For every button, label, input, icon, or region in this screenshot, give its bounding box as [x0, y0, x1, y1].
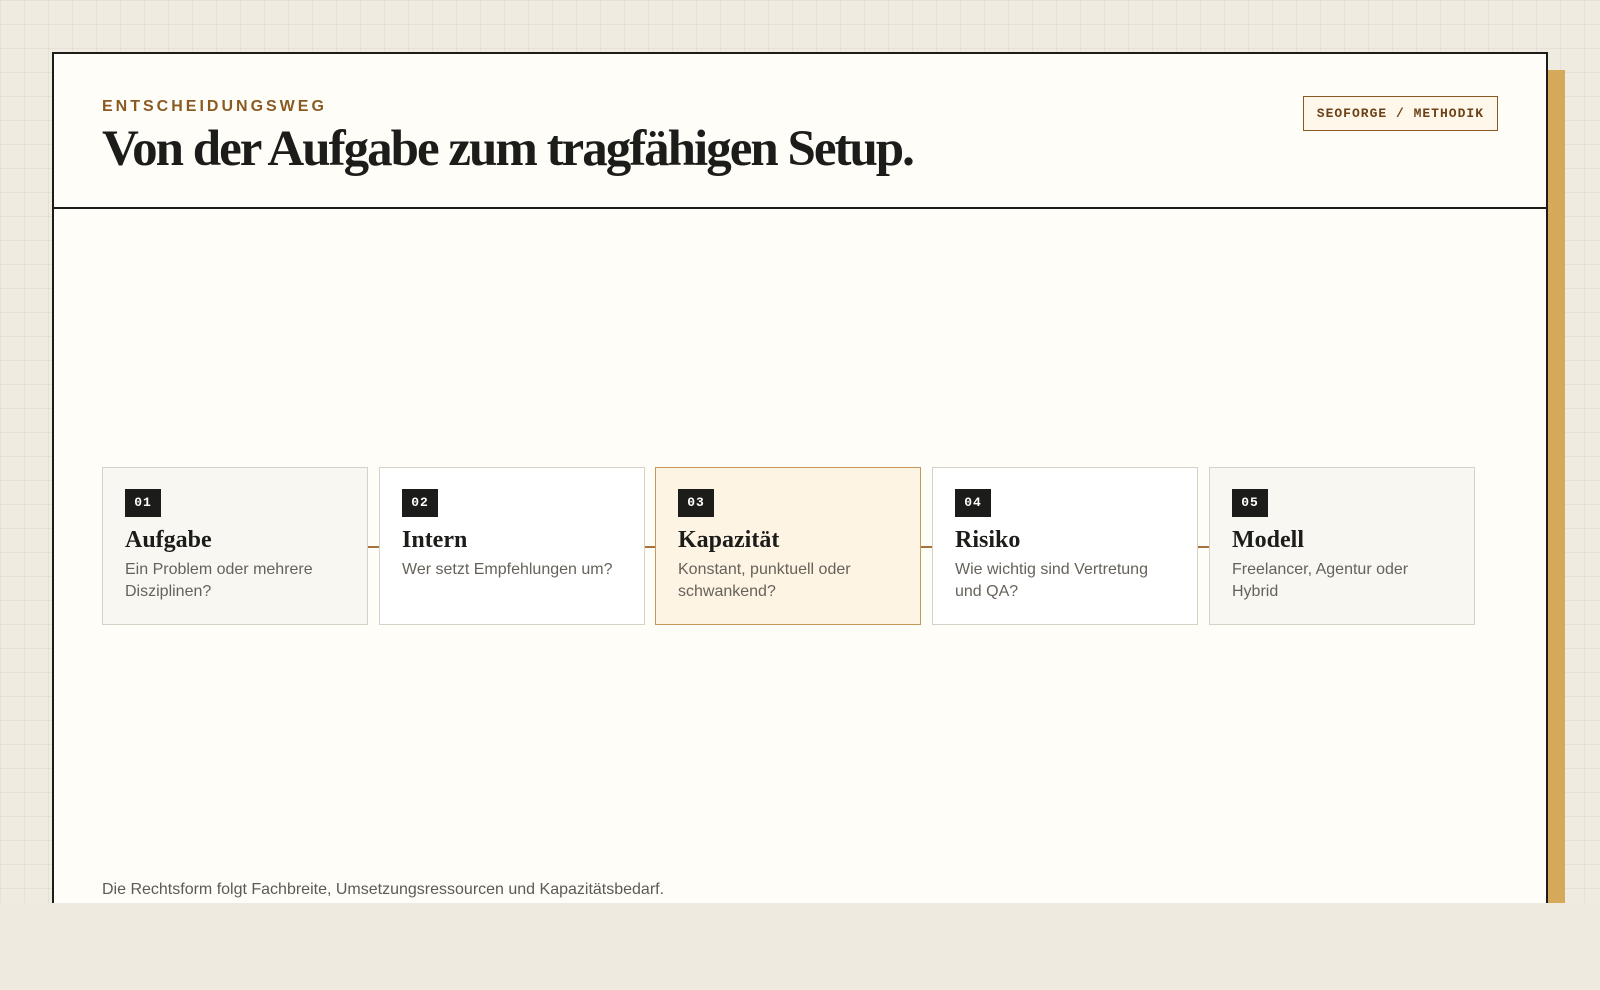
step-intern: 02 Intern Wer setzt Empfehlungen um? — [379, 467, 645, 625]
step-kapazitaet: 03 Kapazität Konstant, punktuell oder sc… — [655, 467, 921, 625]
step-description: Ein Problem oder mehrere Disziplinen? — [125, 561, 313, 600]
step-description: Freelancer, Agentur oder Hybrid — [1232, 561, 1409, 600]
footer-note: Die Rechtsform folgt Fachbreite, Umsetzu… — [102, 881, 665, 898]
decision-steps: 01 Aufgabe Ein Problem oder mehrere Disz… — [102, 467, 1498, 625]
step-risiko: 04 Risiko Wie wichtig sind Vertretung un… — [932, 467, 1198, 625]
step-title: Aufgabe — [125, 527, 212, 553]
step-title: Intern — [402, 527, 468, 553]
step-number-badge: 01 — [125, 489, 161, 517]
step-title: Modell — [1232, 527, 1304, 553]
card-offset-shadow — [1545, 70, 1565, 903]
step-number-badge: 05 — [1232, 489, 1268, 517]
step-number-badge: 02 — [402, 489, 438, 517]
step-aufgabe: 01 Aufgabe Ein Problem oder mehrere Disz… — [102, 467, 368, 625]
step-description: Wer setzt Empfehlungen um? — [402, 561, 613, 578]
step-title: Risiko — [955, 527, 1021, 553]
step-description: Konstant, punktuell oder schwankend? — [678, 561, 851, 600]
brand-badge: SEOFORGE / METHODIK — [1302, 96, 1498, 131]
decision-path-card: ENTSCHEIDUNGSWEG Von der Aufgabe zum tra… — [52, 52, 1548, 903]
page-bottom-band — [0, 903, 1600, 990]
card-header: ENTSCHEIDUNGSWEG Von der Aufgabe zum tra… — [54, 54, 1546, 209]
step-description: Wie wichtig sind Vertretung und QA? — [955, 561, 1148, 600]
step-title: Kapazität — [678, 527, 780, 553]
page-title: Von der Aufgabe zum tragfähigen Setup. — [102, 121, 915, 177]
step-number-badge: 03 — [678, 489, 714, 517]
step-modell: 05 Modell Freelancer, Agentur oder Hybri… — [1209, 467, 1475, 625]
eyebrow-label: ENTSCHEIDUNGSWEG — [102, 98, 327, 115]
step-number-badge: 04 — [955, 489, 991, 517]
